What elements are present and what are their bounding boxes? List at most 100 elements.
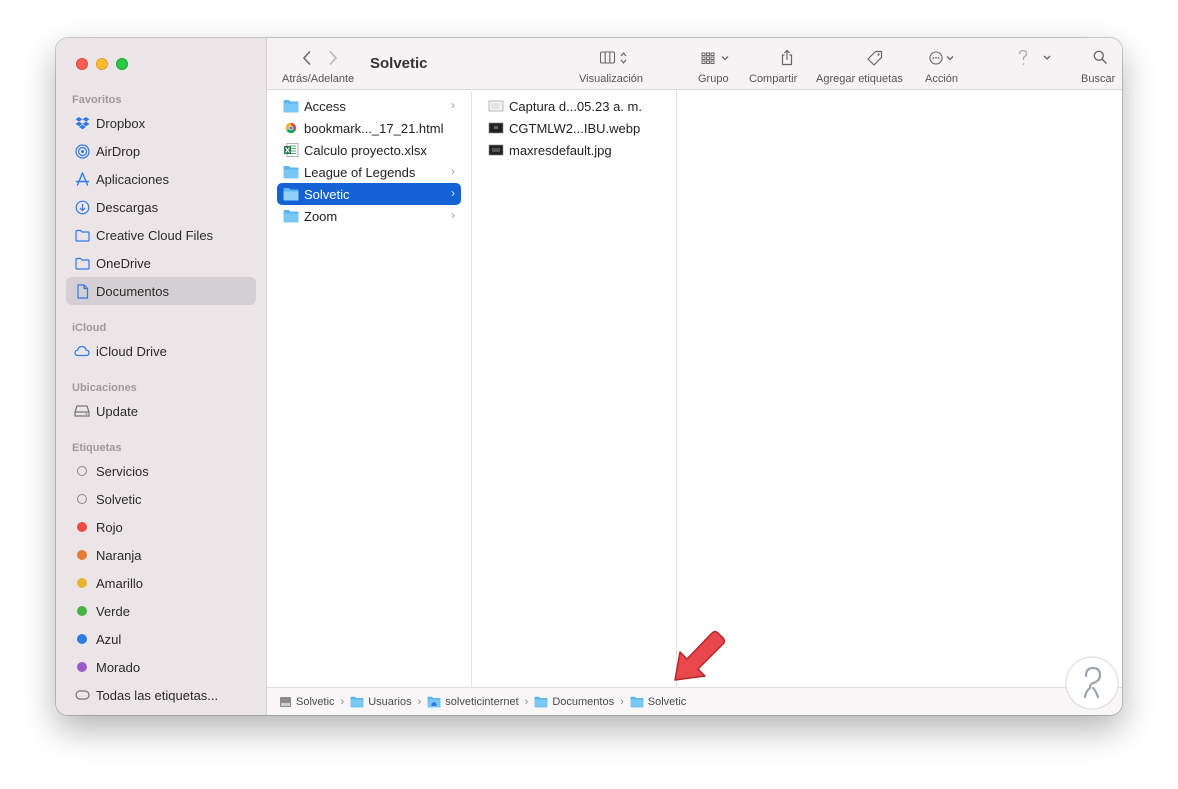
search-icon[interactable] xyxy=(1093,50,1107,67)
item-label: Captura d...05.23 a. m. xyxy=(509,98,642,114)
path-item[interactable]: solveticinternet xyxy=(427,695,519,708)
sidebar-item-label: Todas las etiquetas... xyxy=(96,687,219,703)
view-label: Visualización xyxy=(579,73,644,85)
dropbox-icon xyxy=(74,115,90,131)
path-item[interactable]: Usuarios xyxy=(350,695,412,708)
sidebar-item-label: Update xyxy=(96,403,138,419)
path-item[interactable]: Solvetic xyxy=(279,696,335,708)
tag-dot-icon xyxy=(74,603,90,619)
sidebar-tag-servicios[interactable]: Servicios xyxy=(66,457,256,485)
list-item[interactable]: Access › xyxy=(277,95,461,117)
folder-icon xyxy=(283,210,299,223)
section-title-locations: Ubicaciones xyxy=(72,382,137,394)
list-item[interactable]: Zoom › xyxy=(277,205,461,227)
tag-icon[interactable] xyxy=(866,50,883,70)
folder-icon xyxy=(74,255,90,271)
all-tags-icon xyxy=(74,687,90,703)
path-item-label: Documentos xyxy=(552,695,615,708)
list-item[interactable]: Calculo proyecto.xlsx xyxy=(277,139,461,161)
help-icon[interactable] xyxy=(1017,49,1053,70)
sidebar-item-label: iCloud Drive xyxy=(96,343,167,359)
search-label: Buscar xyxy=(1081,73,1116,85)
group-icon[interactable] xyxy=(701,51,733,68)
nav-label: Atrás/Adelante xyxy=(282,73,355,85)
sidebar-item-documentos[interactable]: Documentos xyxy=(66,277,256,305)
solvetic-logo-icon xyxy=(1065,656,1119,710)
sidebar-item-label: Rojo xyxy=(96,519,123,535)
sidebar-tag-solvetic[interactable]: Solvetic xyxy=(66,485,256,513)
sidebar-tag-all[interactable]: Todas las etiquetas... xyxy=(66,681,256,709)
sidebar-tag-amarillo[interactable]: Amarillo xyxy=(66,569,256,597)
excel-file-icon xyxy=(284,143,299,157)
chevron-right-icon: › xyxy=(620,695,624,708)
folder-icon xyxy=(350,696,364,707)
sidebar-item-dropbox[interactable]: Dropbox xyxy=(66,109,256,137)
back-icon[interactable] xyxy=(302,50,312,69)
sidebar-item-update[interactable]: Update xyxy=(66,397,256,425)
sidebar-tag-rojo[interactable]: Rojo xyxy=(66,513,256,541)
sidebar-item-label: Descargas xyxy=(96,199,159,215)
sidebar-item-creative-cloud-files[interactable]: Creative Cloud Files xyxy=(66,221,256,249)
folder-icon xyxy=(283,188,299,201)
sidebar-item-label: Dropbox xyxy=(96,115,146,131)
applications-icon xyxy=(74,171,90,187)
sidebar-item-label: Creative Cloud Files xyxy=(96,227,214,243)
sidebar-item-label: OneDrive xyxy=(96,255,151,271)
section-title-tags: Etiquetas xyxy=(72,442,122,454)
folder-icon xyxy=(534,696,548,707)
path-item[interactable]: Solvetic xyxy=(630,695,687,708)
airdrop-icon xyxy=(74,143,90,159)
path-item[interactable]: Documentos xyxy=(534,696,614,708)
sidebar-tag-verde[interactable]: Verde xyxy=(66,597,256,625)
close-button[interactable] xyxy=(76,58,88,70)
list-item[interactable]: bookmark..._17_21.html xyxy=(277,117,461,139)
action-icon[interactable] xyxy=(929,51,961,68)
list-item[interactable]: League of Legends › xyxy=(277,161,461,183)
sidebar-item-label: Amarillo xyxy=(96,575,143,591)
list-item-selected[interactable]: Solvetic › xyxy=(277,183,461,205)
list-item[interactable]: Captura d...05.23 a. m. xyxy=(482,95,666,117)
sidebar-item-label: AirDrop xyxy=(96,143,141,159)
item-label: Access xyxy=(304,98,346,114)
section-title-favorites: Favoritos xyxy=(72,94,122,106)
column-empty xyxy=(677,91,1122,687)
item-label: Solvetic xyxy=(304,186,350,202)
list-item[interactable]: CGTMLW2...IBU.webp xyxy=(482,117,666,139)
sidebar-tag-naranja[interactable]: Naranja xyxy=(66,541,256,569)
sidebar-item-descargas[interactable]: Descargas xyxy=(66,193,256,221)
sidebar-tag-azul[interactable]: Azul xyxy=(66,625,256,653)
path-item-label: Solvetic xyxy=(647,695,687,708)
path-item-label: Usuarios xyxy=(368,695,412,708)
sidebar-item-onedrive[interactable]: OneDrive xyxy=(66,249,256,277)
image-file-icon xyxy=(488,144,504,156)
sidebar: Favoritos Dropbox AirDrop Aplicaciones D… xyxy=(56,38,267,715)
chevron-right-icon: › xyxy=(524,695,529,708)
chevron-right-icon: › xyxy=(451,186,455,200)
sidebar-item-label: Servicios xyxy=(96,463,149,479)
column-view-icon[interactable] xyxy=(599,51,630,68)
path-item-label: Solvetic xyxy=(296,695,335,708)
tag-dot-icon xyxy=(74,491,90,507)
folder-icon xyxy=(630,696,644,707)
sidebar-item-aplicaciones[interactable]: Aplicaciones xyxy=(66,165,256,193)
zoom-button[interactable] xyxy=(116,58,128,70)
share-icon[interactable] xyxy=(780,49,794,69)
sidebar-tag-morado[interactable]: Morado xyxy=(66,653,256,681)
tag-dot-icon xyxy=(74,519,90,535)
group-label: Grupo xyxy=(698,73,729,85)
minimize-button[interactable] xyxy=(96,58,108,70)
path-item-label: solveticinternet xyxy=(445,695,519,708)
item-label: Zoom xyxy=(304,208,338,224)
window-title: Solvetic xyxy=(370,55,428,72)
disk-icon xyxy=(74,403,90,419)
item-label: CGTMLW2...IBU.webp xyxy=(509,120,641,136)
cloud-icon xyxy=(74,343,90,359)
window-controls xyxy=(76,58,128,70)
action-label: Acción xyxy=(925,73,959,85)
html-file-icon xyxy=(285,122,297,134)
sidebar-item-icloud-drive[interactable]: iCloud Drive xyxy=(66,337,256,365)
item-label: Calculo proyecto.xlsx xyxy=(304,142,427,158)
forward-icon[interactable] xyxy=(328,50,338,69)
list-item[interactable]: maxresdefault.jpg xyxy=(482,139,666,161)
sidebar-item-airdrop[interactable]: AirDrop xyxy=(66,137,256,165)
